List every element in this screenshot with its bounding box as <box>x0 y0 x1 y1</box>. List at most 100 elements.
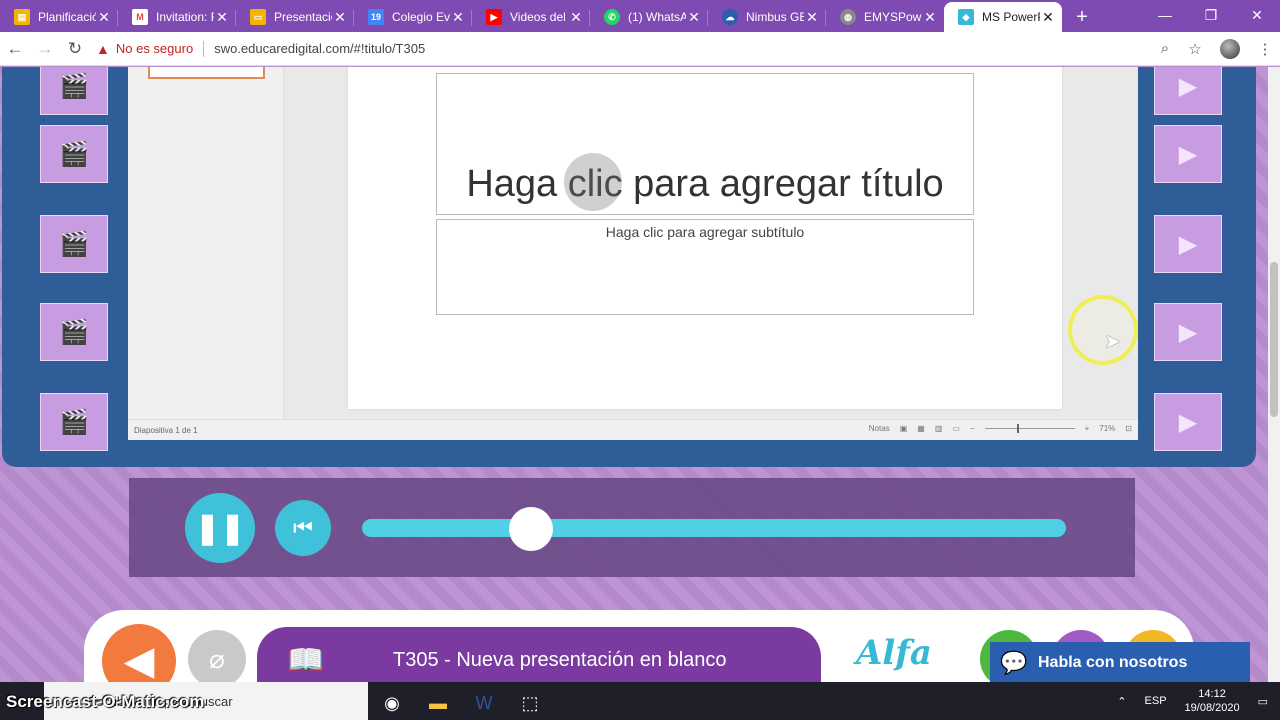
forward-arrow-icon[interactable]: → <box>30 39 60 59</box>
globe-icon: ◍ <box>840 9 856 25</box>
brand-logo: Alfa <box>856 633 932 673</box>
progress-bar[interactable] <box>362 507 1066 551</box>
zoom-icon[interactable]: ⌕ <box>1150 40 1180 57</box>
chrome-icon[interactable]: ◉ <box>370 686 414 720</box>
doc-icon: ▤ <box>14 9 30 25</box>
tab-whatsapp[interactable]: ✆ (1) WhatsA ✕ <box>590 2 708 32</box>
rewind-icon[interactable]: ⏮ <box>275 500 331 556</box>
restore-icon[interactable]: ❐ <box>1188 0 1234 30</box>
snipping-icon[interactable]: ⬚ <box>508 686 552 720</box>
book-icon: 📖 <box>287 643 325 677</box>
slide-thumbnail[interactable] <box>148 67 265 79</box>
clock-time: 14:12 <box>1198 688 1226 700</box>
tab-label: Nimbus GE <box>746 10 804 24</box>
chevron-up-icon[interactable]: ⌃ <box>1117 695 1126 708</box>
calendar-icon: 19 <box>368 9 384 25</box>
tab-planificacion[interactable]: ▤ Planificació ✕ <box>0 2 118 32</box>
cursor-highlight <box>1068 295 1138 365</box>
close-icon[interactable]: ✕ <box>214 9 230 26</box>
security-label[interactable]: No es seguro <box>116 41 193 56</box>
video-player-controls: ❚❚ ⏮ <box>129 478 1135 577</box>
close-window-icon[interactable]: ✕ <box>1234 0 1280 30</box>
cloud-icon: ☁ <box>722 9 738 25</box>
chat-bubble-icon: 💬 <box>1000 650 1028 675</box>
slide-subtitle[interactable]: Haga clic para agregar subtítulo <box>606 224 804 240</box>
tab-label: Colegio Eve <box>392 10 450 24</box>
paperclip-button[interactable]: ⌀ <box>188 630 246 682</box>
folder-icon[interactable]: ▬ <box>416 686 460 720</box>
zoom-out-icon[interactable]: − <box>970 424 975 433</box>
lesson-title-bar: 📖 T305 - Nueva presentación en blanco <box>257 627 821 682</box>
warning-icon[interactable]: ▲ <box>96 41 110 57</box>
slide-title[interactable]: Haga clic para agregar título <box>466 163 943 205</box>
watermark: Screencast-O-Matic.com <box>6 692 205 711</box>
tab-emyspower[interactable]: ◍ EMYSPower ✕ <box>826 2 944 32</box>
close-icon[interactable]: ✕ <box>332 9 348 26</box>
back-arrow-icon[interactable]: ← <box>0 39 30 59</box>
progress-handle[interactable] <box>508 507 553 551</box>
close-icon[interactable]: ✕ <box>686 9 702 26</box>
close-icon[interactable]: ✕ <box>568 9 584 26</box>
avatar[interactable] <box>1220 38 1240 59</box>
tab-label: Presentació <box>274 10 332 24</box>
clapperboard-icon: ▶ <box>1154 393 1222 451</box>
page-content: 🎬 🎬 🎬 🎬 🎬 ▶ ▶ ▶ ▶ ▶ Haga clic para agreg… <box>0 67 1268 682</box>
tab-nimbus[interactable]: ☁ Nimbus GE ✕ <box>708 2 826 32</box>
title-placeholder[interactable]: Haga clic para agregar título <box>436 73 974 215</box>
scrollbar-thumb[interactable] <box>1270 262 1278 417</box>
presentation-viewer: 🎬 🎬 🎬 🎬 🎬 ▶ ▶ ▶ ▶ ▶ Haga clic para agreg… <box>2 67 1256 467</box>
tab-invitation[interactable]: M Invitation: F ✕ <box>118 2 236 32</box>
slide-canvas: Haga clic para agregar título Haga clic … <box>348 67 1062 409</box>
close-icon[interactable]: ✕ <box>1040 9 1056 26</box>
menu-icon[interactable]: ⋮ <box>1250 40 1280 58</box>
sorter-view-icon[interactable]: ▦ <box>917 424 925 433</box>
reading-view-icon[interactable]: ▥ <box>935 424 943 433</box>
clapperboard-icon: 🎬 <box>40 125 108 183</box>
tab-label: Invitation: F <box>156 10 214 24</box>
word-icon[interactable]: W <box>462 686 506 720</box>
clapperboard-icon: 🎬 <box>40 67 108 115</box>
chat-widget-button[interactable]: 💬 Habla con nosotros <box>990 642 1250 682</box>
window-controls: — ❐ ✕ <box>1142 0 1280 30</box>
tab-presentacion[interactable]: ▭ Presentació ✕ <box>236 2 354 32</box>
fit-window-icon[interactable]: ⊡ <box>1125 424 1132 433</box>
paperclip-icon: ⌀ <box>209 643 225 674</box>
subtitle-placeholder[interactable]: Haga clic para agregar subtítulo <box>436 219 974 315</box>
pause-icon[interactable]: ❚❚ <box>185 493 255 563</box>
zoom-level[interactable]: 71% <box>1099 424 1115 433</box>
close-icon[interactable]: ✕ <box>804 9 820 26</box>
reload-icon[interactable]: ↻ <box>60 39 90 59</box>
slideshow-icon[interactable]: ▭ <box>952 424 960 433</box>
zoom-in-icon[interactable]: + <box>1085 424 1090 433</box>
tab-ms-powerpoint[interactable]: ◆ MS PowerP ✕ <box>944 2 1062 32</box>
tab-videos[interactable]: ▶ Videos del ✕ <box>472 2 590 32</box>
close-icon[interactable]: ✕ <box>450 9 466 26</box>
close-icon[interactable]: ✕ <box>96 9 112 26</box>
tab-label: (1) WhatsA <box>628 10 686 24</box>
chat-label[interactable]: Habla con nosotros <box>1038 654 1187 672</box>
whatsapp-icon: ✆ <box>604 9 620 25</box>
clapperboard-icon: 🎬 <box>40 393 108 451</box>
new-tab-button[interactable]: + <box>1062 2 1102 32</box>
normal-view-icon[interactable]: ▣ <box>900 424 908 433</box>
clock[interactable]: 14:12 19/08/2020 <box>1185 687 1240 715</box>
clapperboard-icon: 🎬 <box>40 215 108 273</box>
clapperboard-icon: 🎬 <box>40 303 108 361</box>
page-scrollbar[interactable] <box>1268 67 1280 682</box>
tab-colegio[interactable]: 19 Colegio Eve ✕ <box>354 2 472 32</box>
close-icon[interactable]: ✕ <box>922 9 938 26</box>
browser-toolbar: ← → ↻ ▲ No es seguro swo.educaredigital.… <box>0 32 1280 66</box>
clock-date: 19/08/2020 <box>1184 702 1240 714</box>
language-indicator[interactable]: ESP <box>1145 695 1167 707</box>
url-text[interactable]: swo.educaredigital.com/#!titulo/T305 <box>214 41 425 56</box>
minimize-icon[interactable]: — <box>1142 0 1188 30</box>
notes-button[interactable]: Notas <box>869 424 890 433</box>
lesson-title: T305 - Nueva presentación en blanco <box>393 648 727 671</box>
address-bar[interactable]: ▲ No es seguro swo.educaredigital.com/#!… <box>96 35 1142 63</box>
star-icon[interactable]: ☆ <box>1180 40 1210 58</box>
zoom-slider[interactable] <box>984 424 1075 433</box>
slides-icon: ▭ <box>250 9 266 25</box>
notification-icon[interactable]: ▭ <box>1258 695 1268 708</box>
powerpoint-window: Haga clic para agregar título Haga clic … <box>128 67 1138 440</box>
tab-label: EMYSPower <box>864 10 922 24</box>
